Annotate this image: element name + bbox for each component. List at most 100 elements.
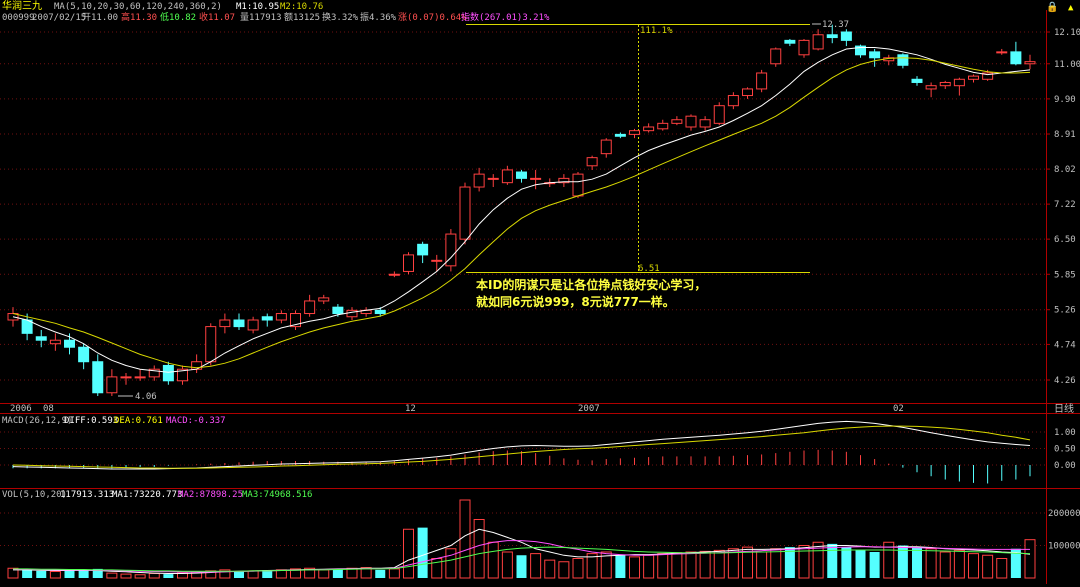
volume-axis-labels: 200000 100000	[1048, 509, 1080, 552]
volume-bar	[78, 570, 89, 578]
price-header: 华润三九 MA(5,10,20,30,60,120,240,360,2) M1:…	[2, 0, 323, 12]
volume-bar	[798, 545, 810, 579]
scroll-up-icon[interactable]: ▲	[1068, 3, 1074, 13]
volume-bar	[996, 558, 1008, 579]
candlesticks	[7, 24, 1036, 397]
candle	[417, 241, 429, 264]
price-tick-label: 6.50	[1054, 235, 1076, 245]
volume-bar	[939, 551, 951, 579]
volume-bar	[247, 570, 259, 579]
vol-ma1: MA1:73220.773	[112, 490, 182, 500]
candle	[727, 92, 739, 110]
volume-bar	[163, 574, 174, 578]
candle	[586, 155, 598, 170]
candle	[685, 114, 697, 131]
candle	[78, 343, 90, 370]
volume-bar	[869, 552, 880, 578]
volume-bar	[106, 572, 118, 579]
volume-bar	[459, 499, 471, 579]
stock-name: 华润三九	[2, 0, 42, 12]
volume-bar	[671, 552, 683, 579]
candle	[290, 310, 301, 330]
candle	[643, 123, 655, 133]
price-tick-label: 11.00	[1054, 60, 1080, 70]
volume-bar	[501, 551, 513, 579]
candle	[812, 29, 824, 51]
close-price: 收11.07	[199, 11, 235, 23]
volume-bar	[643, 554, 655, 579]
volume-bar	[925, 548, 937, 579]
quote-header: 000999 2007/02/15 开11.00 高11.30 低10.82 收…	[2, 11, 550, 23]
price-tick-label: 7.22	[1054, 200, 1076, 210]
candle	[360, 307, 372, 317]
volume-bar	[713, 549, 725, 579]
lock-icon[interactable]: 🔒	[1046, 1, 1058, 13]
annotation-line-1: 本ID的阴谋只是让各位挣点钱好安心学习，	[476, 277, 706, 292]
price-tick-label: 8.91	[1054, 130, 1076, 140]
stock-chart[interactable]: 12.10 11.00 9.90 8.91 8.02 7.22 6.50 5.85 5.26 4.…	[0, 0, 1080, 584]
candle	[1024, 54, 1036, 70]
price-tick-label: 9.90	[1054, 95, 1076, 105]
volume-bar	[968, 553, 979, 579]
candle	[855, 44, 866, 58]
vol-ma3: MA3:74968.516	[242, 490, 312, 500]
volume-bar	[544, 559, 556, 579]
candle	[558, 174, 570, 188]
candle	[798, 38, 810, 58]
volume-bar	[516, 555, 527, 578]
candle	[233, 313, 245, 330]
min-price-label: 4.06	[135, 392, 157, 402]
volume-bar	[134, 574, 146, 579]
volume-bar	[234, 571, 244, 578]
vol-ma2: MA2:87898.25	[178, 490, 243, 500]
candle	[219, 313, 231, 334]
candle	[120, 373, 132, 385]
volume-bar	[473, 519, 485, 579]
price-axis-labels: 12.10 11.00 9.90 8.91 8.02 7.22 6.50 5.85 5.26 4.…	[1046, 28, 1080, 386]
rise-percent-label: 111.1%	[640, 26, 673, 36]
price-tick-label: 5.85	[1054, 270, 1076, 280]
macd-diff: DIFF:0.593	[64, 416, 118, 426]
change-value: 涨(0.07)0.64%	[398, 12, 467, 23]
candle	[473, 167, 485, 192]
high-price: 高11.30	[121, 11, 157, 23]
candle	[629, 128, 640, 139]
volume-bar	[912, 547, 922, 578]
candle	[713, 102, 725, 126]
candle	[600, 138, 612, 158]
volume-bar	[855, 550, 866, 578]
macd-tick-label: 1.00	[1054, 428, 1076, 438]
candle	[403, 252, 414, 275]
candle	[92, 354, 104, 397]
candle	[614, 132, 626, 139]
low-price: 低10.82	[160, 11, 196, 23]
candle	[516, 169, 527, 183]
ma-params: MA(5,10,20,30,60,120,240,360,2)	[54, 2, 222, 12]
volume-bar	[841, 547, 852, 578]
price-tick-label: 4.26	[1054, 376, 1076, 386]
candle	[770, 47, 782, 67]
price-tick-label: 5.26	[1054, 306, 1076, 316]
time-label-2007: 2007	[578, 404, 600, 414]
price-tick-label: 8.02	[1054, 165, 1076, 175]
volume-tick-label: 100000	[1048, 542, 1080, 552]
moving-averages	[12, 47, 1031, 373]
time-label-2006: 2006	[10, 404, 32, 414]
candle	[840, 29, 852, 47]
volume-bar	[64, 569, 75, 578]
candle	[742, 87, 753, 99]
candle	[953, 77, 965, 96]
volume-bar	[827, 543, 838, 578]
candle	[487, 174, 499, 188]
period-label[interactable]: 日线	[1054, 402, 1074, 415]
volume-bar	[699, 550, 711, 579]
candle	[134, 369, 146, 381]
candle	[925, 82, 937, 98]
volume-bar	[388, 568, 400, 579]
macd-name: MACD(26,12,9)	[2, 416, 72, 426]
volume-bar	[770, 548, 782, 579]
candle	[191, 354, 203, 374]
time-label-12: 12	[405, 404, 416, 414]
candle	[911, 76, 923, 86]
macd-tick-label: 0.00	[1054, 461, 1076, 471]
